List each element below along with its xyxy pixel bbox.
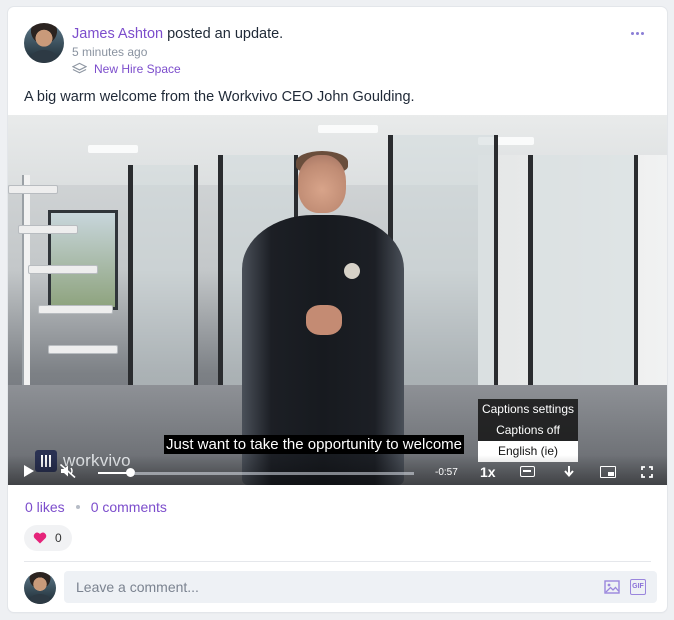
- reaction-summary: 0 likes 0 comments: [25, 499, 167, 515]
- post-body: A big warm welcome from the Workvivo CEO…: [24, 89, 415, 105]
- video-scene-stair: [8, 185, 58, 194]
- comments-link[interactable]: 0 comments: [91, 499, 167, 515]
- commenter-avatar: [24, 572, 56, 604]
- video-scene-glass: [528, 155, 638, 415]
- caption-text: Just want to take the opportunity to wel…: [164, 435, 464, 454]
- captions-icon[interactable]: [520, 466, 535, 477]
- download-icon[interactable]: [562, 465, 576, 479]
- video-scene-stair-rail: [22, 175, 30, 385]
- captions-settings-option[interactable]: Captions settings: [478, 399, 578, 420]
- video-controls: -0:57 1x: [8, 455, 667, 485]
- like-count: 0: [55, 531, 62, 545]
- video-scene-light: [88, 145, 138, 153]
- author-avatar[interactable]: [24, 23, 64, 63]
- fullscreen-icon[interactable]: [641, 466, 653, 478]
- layers-icon: [72, 62, 87, 74]
- video-scene-stair: [38, 305, 113, 314]
- video-scene-stair: [48, 345, 118, 354]
- video-scene-light: [318, 125, 378, 133]
- post-action-text: posted an update.: [163, 26, 284, 42]
- image-upload-icon[interactable]: [604, 579, 620, 595]
- video-scene-stair: [28, 265, 98, 274]
- more-options-icon[interactable]: [631, 29, 645, 37]
- progress-bar[interactable]: [134, 472, 414, 475]
- video-player[interactable]: workvivo Just want to take the opportuni…: [8, 115, 667, 485]
- post-header: James Ashton posted an update.: [72, 26, 283, 42]
- space-link[interactable]: New Hire Space: [94, 62, 181, 76]
- picture-in-picture-icon[interactable]: [600, 466, 616, 478]
- play-icon[interactable]: [24, 465, 34, 477]
- captions-menu: Captions settings Captions off English (…: [478, 399, 578, 462]
- captions-off-option[interactable]: Captions off: [478, 420, 578, 441]
- time-remaining: -0:57: [435, 467, 458, 478]
- video-scene-glass: [128, 165, 198, 405]
- playback-speed-button[interactable]: 1x: [480, 464, 496, 480]
- muted-speaker-icon[interactable]: [60, 464, 76, 478]
- post-timestamp[interactable]: 5 minutes ago: [72, 45, 147, 59]
- video-scene-stair: [18, 225, 78, 234]
- divider: [24, 561, 651, 562]
- author-name-link[interactable]: James Ashton: [72, 26, 163, 42]
- comment-input[interactable]: [64, 571, 657, 603]
- heart-icon: [33, 532, 47, 544]
- space-link-row[interactable]: New Hire Space: [72, 62, 181, 76]
- likes-link[interactable]: 0 likes: [25, 499, 65, 515]
- post-card: James Ashton posted an update. 5 minutes…: [8, 7, 667, 612]
- separator-dot: [75, 505, 80, 509]
- like-button[interactable]: 0: [24, 525, 72, 551]
- gif-icon[interactable]: GIF: [630, 579, 646, 595]
